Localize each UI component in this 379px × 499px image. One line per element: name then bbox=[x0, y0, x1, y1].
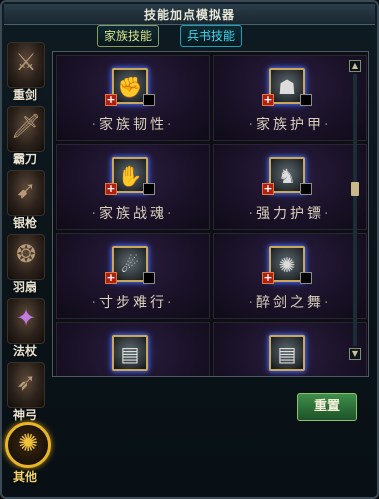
plus-icon[interactable]: + bbox=[105, 94, 117, 106]
skill-name: 强力护镖 bbox=[256, 206, 324, 222]
skill-level-box bbox=[300, 94, 312, 106]
plus-icon[interactable]: + bbox=[105, 183, 117, 195]
skill-name: 家族护甲 bbox=[256, 117, 324, 133]
bow-icon: ➶ bbox=[7, 362, 45, 408]
other-emblem-icon: ✺ bbox=[5, 422, 51, 468]
category-other[interactable]: ✺ 其他 bbox=[2, 418, 51, 484]
scroll-down-icon[interactable]: ▼ bbox=[349, 348, 361, 360]
skill-cell: ✋ + ·家族战魂· bbox=[56, 144, 210, 230]
skill-level-box bbox=[143, 183, 155, 195]
reset-button[interactable]: 重置 bbox=[297, 393, 357, 421]
category-label: 霸刀 bbox=[12, 152, 37, 166]
scroll-track[interactable] bbox=[353, 74, 357, 346]
fan-icon: ❂ bbox=[7, 234, 45, 280]
staff-icon: ✦ bbox=[7, 298, 45, 344]
window-title: 技能加点模拟器 bbox=[143, 8, 235, 22]
skill-cell: ♞ + ·强力护镖· bbox=[213, 144, 367, 230]
category-staff[interactable]: ✦ 法杖 bbox=[2, 298, 48, 362]
tab-military-book-skills[interactable]: 兵书技能 bbox=[180, 25, 242, 47]
tab-family-skills[interactable]: 家族技能 bbox=[97, 25, 159, 47]
category-label: 银枪 bbox=[12, 216, 37, 230]
skill-name: 家族战魂 bbox=[99, 206, 167, 222]
skill-cell: ✊ + ·家族韧性· bbox=[56, 55, 210, 141]
skill-cell: ✺ + ·醉剑之舞· bbox=[213, 233, 367, 319]
category-label: 重剑 bbox=[12, 88, 37, 102]
plus-icon[interactable]: + bbox=[105, 272, 117, 284]
skill-list-scrollbar[interactable]: ▲ ▼ bbox=[349, 60, 361, 360]
skill-grid-panel: ✊ + ·家族韧性· ☗ + ·家族护甲· ✋ + ·家族战魂· ♞ + ·强力… bbox=[52, 51, 369, 377]
skill-level-box bbox=[300, 183, 312, 195]
spear-icon: ➹ bbox=[7, 170, 45, 216]
skill-name: 寸步难行 bbox=[99, 295, 167, 311]
plus-icon[interactable]: + bbox=[262, 272, 274, 284]
category-label: 法杖 bbox=[12, 344, 37, 358]
category-greatsword[interactable]: ⚔ 重剑 bbox=[2, 42, 48, 106]
weapon-category-sidebar: ⚔ 重剑 🗡 霸刀 ➹ 银枪 ❂ 羽扇 ✦ 法杖 ➶ 神弓 ✺ 其他 bbox=[0, 42, 52, 492]
skill-cell: ☄ + ·寸步难行· bbox=[56, 233, 210, 319]
skill-cell: ▤ bbox=[213, 322, 367, 376]
book-icon[interactable]: ▤ bbox=[112, 335, 148, 371]
skill-cell: ▤ bbox=[56, 322, 210, 376]
category-spear[interactable]: ➹ 银枪 bbox=[2, 170, 48, 234]
book-icon[interactable]: ▤ bbox=[269, 335, 305, 371]
plus-icon[interactable]: + bbox=[262, 183, 274, 195]
skill-level-box bbox=[300, 272, 312, 284]
category-label: 其他 bbox=[12, 470, 37, 484]
category-fan[interactable]: ❂ 羽扇 bbox=[2, 234, 48, 298]
scroll-thumb[interactable] bbox=[351, 182, 359, 196]
category-saber[interactable]: 🗡 霸刀 bbox=[2, 106, 48, 170]
skill-level-box bbox=[143, 94, 155, 106]
skill-level-box bbox=[143, 272, 155, 284]
greatsword-icon: ⚔ bbox=[7, 42, 45, 88]
skill-name: 醉剑之舞 bbox=[256, 295, 324, 311]
category-label: 羽扇 bbox=[12, 280, 37, 294]
title-bar: 技能加点模拟器 bbox=[4, 4, 375, 25]
skill-name: 家族韧性 bbox=[99, 117, 167, 133]
skill-cell: ☗ + ·家族护甲· bbox=[213, 55, 367, 141]
category-bow[interactable]: ➶ 神弓 bbox=[2, 362, 48, 426]
plus-icon[interactable]: + bbox=[262, 94, 274, 106]
saber-icon: 🗡 bbox=[7, 106, 45, 152]
scroll-up-icon[interactable]: ▲ bbox=[349, 60, 361, 72]
